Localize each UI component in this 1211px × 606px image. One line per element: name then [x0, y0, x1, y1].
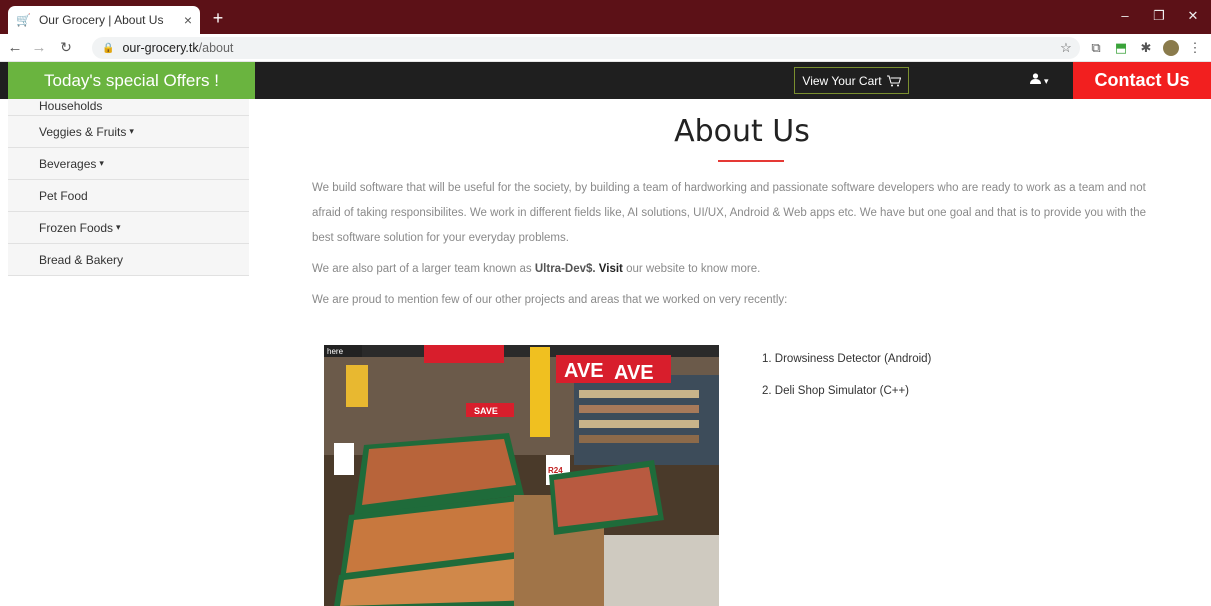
sidebar-item-label: Bread & Bakery — [39, 252, 124, 267]
chevron-down-icon: ▾ — [116, 222, 121, 232]
sidebar-item-label: Veggies & Fruits — [39, 124, 127, 139]
photo-sign-text: here — [327, 347, 344, 356]
projects-list: 1. Drowsiness Detector (Android) 2. Deli… — [762, 343, 931, 407]
team-prefix: We are also part of a larger team known … — [312, 263, 535, 275]
extension-green-icon[interactable]: ⬒ — [1112, 40, 1130, 56]
sidebar-item-veggies-fruits[interactable]: Veggies & Fruits ▾ — [8, 116, 249, 148]
profile-avatar-icon[interactable] — [1163, 40, 1179, 56]
tab-title: Our Grocery | About Us — [38, 13, 164, 27]
forward-icon[interactable]: → — [30, 39, 48, 56]
extensions-puzzle-icon[interactable]: ✱ — [1137, 40, 1155, 56]
chevron-down-icon: ▾ — [99, 158, 104, 168]
team-suffix: our website to know more. — [622, 263, 761, 275]
minimize-icon[interactable]: – — [1115, 8, 1135, 23]
cart-icon — [886, 75, 901, 86]
photo-sign-text: SAVE — [474, 406, 498, 416]
cart-favicon-icon: 🛒 — [16, 13, 31, 27]
lock-icon: 🔒 — [102, 42, 115, 54]
list-item: 1. Drowsiness Detector (Android) — [762, 353, 932, 365]
sidebar-item-beverages[interactable]: Beverages ▾ — [8, 148, 249, 180]
user-menu-button[interactable]: ▾ — [1030, 72, 1049, 87]
sidebar-item-label: Households — [39, 99, 103, 113]
bookmark-star-icon[interactable]: ☆ — [1057, 40, 1075, 56]
user-icon — [1030, 73, 1041, 84]
maximize-icon[interactable]: ❐ — [1149, 8, 1169, 24]
about-paragraph: We build software that will be useful fo… — [312, 182, 1146, 244]
browser-tab-bar: 🛒 Our Grocery | About Us × + – ❐ ✕ — [0, 0, 1211, 34]
site-top-nav: Today's special Offers ! View Your Cart … — [0, 62, 1211, 99]
chevron-down-icon: ▾ — [129, 126, 134, 136]
address-bar-row: ← → ↻ 🔒 our-grocery.tk/about ☆ ⧉ ⬒ ✱ ⋮ — [0, 34, 1211, 62]
supermarket-photo: AVE AVE here SAVE R24 — [324, 345, 719, 606]
view-cart-label: View Your Cart — [802, 73, 882, 88]
photo-sign-text: AVE — [614, 362, 654, 384]
url-path: /about — [198, 41, 234, 55]
sidebar-item-pet-food[interactable]: Pet Food — [8, 180, 249, 212]
browser-menu-icon[interactable]: ⋮ — [1186, 40, 1204, 56]
chevron-down-icon: ▾ — [1044, 76, 1049, 86]
list-item: 2. Deli Shop Simulator (C++) — [762, 385, 910, 397]
url-host: our-grocery.tk — [122, 41, 199, 55]
tab-close-icon[interactable]: × — [184, 12, 192, 28]
view-cart-button[interactable]: View Your Cart — [794, 67, 909, 94]
category-sidebar: Households Veggies & Fruits ▾ Beverages ▾ … — [8, 99, 249, 276]
sidebar-item-label: Pet Food — [39, 188, 88, 203]
special-offers-link[interactable]: Today's special Offers ! — [8, 62, 255, 99]
photo-sign-text: AVE — [564, 360, 604, 382]
contact-us-button[interactable]: Contact Us — [1073, 62, 1211, 99]
title-underline — [718, 160, 784, 162]
browser-tab[interactable]: 🛒 Our Grocery | About Us × — [8, 6, 200, 34]
back-icon[interactable]: ← — [6, 39, 24, 56]
visit-link[interactable]: Visit — [599, 263, 623, 275]
projects-intro: We are proud to mention few of our other… — [312, 294, 788, 306]
close-window-icon[interactable]: ✕ — [1183, 8, 1203, 24]
url-input[interactable]: 🔒 our-grocery.tk/about — [92, 37, 1080, 59]
team-name: Ultra-Dev$. — [534, 263, 596, 275]
sidebar-item-bread-bakery[interactable]: Bread & Bakery — [8, 244, 249, 276]
sidebar-item-frozen-foods[interactable]: Frozen Foods ▾ — [8, 212, 249, 244]
extension-icon[interactable]: ⧉ — [1087, 40, 1105, 56]
sidebar-item-households[interactable]: Households — [8, 99, 249, 116]
sidebar-item-label: Frozen Foods — [39, 220, 114, 235]
page-title: About Us — [674, 114, 810, 149]
sidebar-item-label: Beverages — [39, 156, 97, 171]
team-paragraph: We are also part of a larger team known … — [312, 257, 1152, 282]
about-content: About Us We build software that will be … — [312, 99, 1152, 313]
reload-icon[interactable]: ↻ — [57, 39, 75, 56]
new-tab-button[interactable]: + — [208, 8, 228, 28]
